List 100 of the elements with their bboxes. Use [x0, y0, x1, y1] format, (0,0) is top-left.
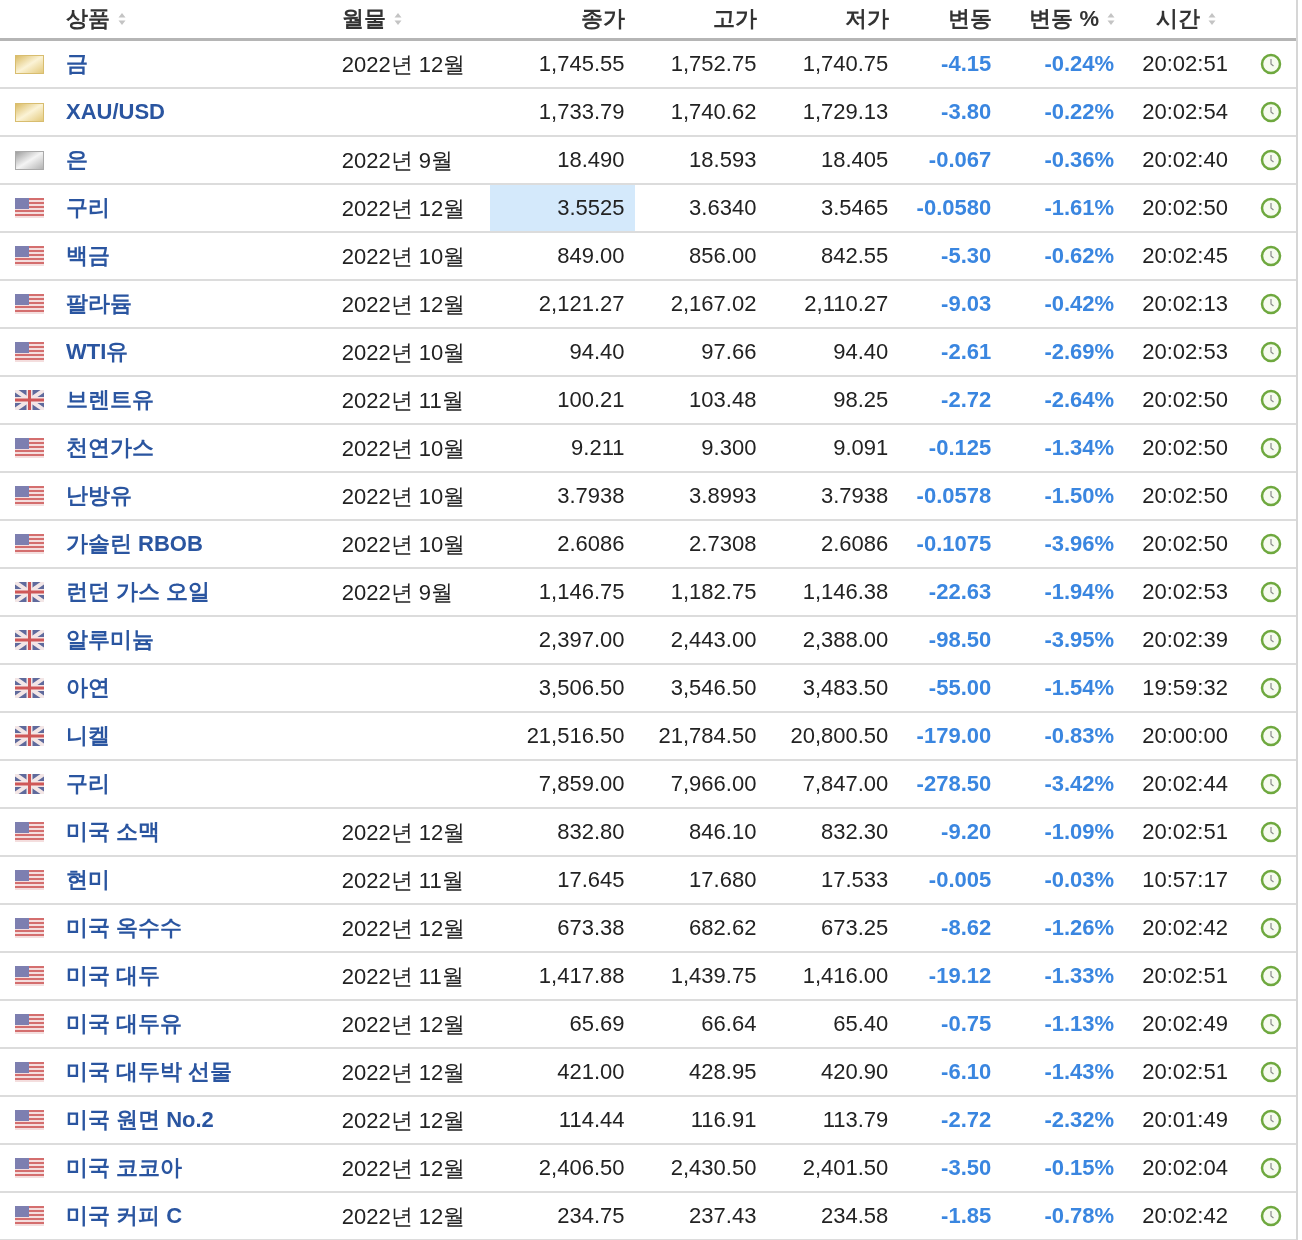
contract-month: 2022년 10월 — [341, 483, 466, 511]
us-flag-icon — [15, 870, 44, 890]
price-value: 682.62 — [689, 915, 757, 941]
sort-icon[interactable] — [1107, 12, 1115, 26]
change-value: -278.50 — [916, 771, 992, 797]
column-header[interactable]: 월물 — [342, 4, 386, 34]
commodity-link[interactable]: 미국 옥수수 — [65, 913, 183, 943]
time-value: 20:02:50 — [1142, 531, 1228, 557]
price-value: 234.75 — [557, 1203, 625, 1229]
commodity-link[interactable]: 백금 — [65, 241, 110, 271]
contract-month: 2022년 12월 — [341, 1203, 466, 1231]
price-value: 66.64 — [701, 1011, 757, 1037]
clock-icon — [1260, 725, 1282, 747]
change-value: -3.50 — [941, 1155, 992, 1181]
change-percent: -0.36% — [1044, 147, 1115, 173]
commodity-link[interactable]: 가솔린 RBOB — [65, 529, 203, 559]
commodity-link[interactable]: 미국 원면 No.2 — [65, 1105, 214, 1135]
commodity-link[interactable]: 아연 — [65, 673, 110, 703]
change-value: -8.62 — [941, 915, 992, 941]
price-value: 21,516.50 — [526, 723, 625, 749]
ingot-icon — [15, 54, 44, 74]
commodity-link[interactable]: 알루미늄 — [65, 625, 154, 655]
price-value: 94.40 — [833, 339, 889, 365]
time-value: 10:57:17 — [1142, 867, 1228, 893]
change-percent: -1.13% — [1044, 1011, 1115, 1037]
commodity-link[interactable]: 난방유 — [65, 481, 132, 511]
commodity-link[interactable]: 브렌트유 — [65, 385, 154, 415]
ingot-icon — [15, 150, 44, 170]
time-value: 20:02:13 — [1142, 291, 1228, 317]
clock-icon — [1260, 485, 1282, 507]
clock-icon — [1260, 437, 1282, 459]
price-value: 1,182.75 — [670, 579, 757, 605]
clock-icon — [1260, 917, 1282, 939]
uk-flag-icon — [15, 774, 44, 794]
price-value: 2.6086 — [557, 531, 625, 557]
time-value: 20:02:49 — [1142, 1011, 1228, 1037]
commodity-link[interactable]: 천연가스 — [65, 433, 154, 463]
change-value: -0.0578 — [916, 483, 992, 509]
price-value: 116.91 — [690, 1107, 757, 1133]
change-value: -4.15 — [941, 51, 992, 77]
sort-icon[interactable] — [1208, 12, 1216, 26]
time-value: 20:02:51 — [1142, 819, 1228, 845]
price-value: 3,506.50 — [538, 675, 625, 701]
change-percent: -0.42% — [1044, 291, 1115, 317]
change-percent: -1.54% — [1044, 675, 1115, 701]
contract-month: 2022년 10월 — [341, 243, 466, 271]
change-percent: -0.83% — [1044, 723, 1115, 749]
column-header[interactable]: 상품 — [66, 4, 110, 34]
change-value: -2.72 — [941, 1107, 992, 1133]
commodity-link[interactable]: XAU/USD — [65, 99, 165, 125]
column-header[interactable]: 시간 — [1156, 4, 1200, 34]
price-value: 2,397.00 — [538, 627, 625, 653]
price-value: 832.30 — [821, 819, 889, 845]
change-value: -0.75 — [941, 1011, 992, 1037]
sort-icon[interactable] — [118, 12, 126, 26]
us-flag-icon — [15, 1158, 44, 1178]
commodity-link[interactable]: 금 — [65, 49, 88, 79]
time-value: 20:02:50 — [1142, 195, 1228, 221]
commodity-link[interactable]: 구리 — [65, 769, 110, 799]
commodity-link[interactable]: 팔라듐 — [65, 289, 132, 319]
commodity-link[interactable]: 미국 대두박 선물 — [65, 1057, 233, 1087]
price-value: 113.79 — [822, 1107, 889, 1133]
price-value: 21,784.50 — [658, 723, 757, 749]
clock-icon — [1260, 869, 1282, 891]
clock-icon — [1260, 1061, 1282, 1083]
clock-icon — [1260, 965, 1282, 987]
price-value: 2,401.50 — [802, 1155, 889, 1181]
sort-icon[interactable] — [394, 12, 402, 26]
change-percent: -1.61% — [1044, 195, 1115, 221]
price-value: 3.6340 — [689, 195, 757, 221]
commodity-link[interactable]: 런던 가스 오일 — [65, 577, 211, 607]
contract-month: 2022년 12월 — [341, 195, 466, 223]
commodity-link[interactable]: WTI유 — [65, 337, 129, 367]
time-value: 20:02:39 — [1142, 627, 1228, 653]
contract-month: 2022년 10월 — [341, 339, 466, 367]
commodity-link[interactable]: 현미 — [65, 865, 110, 895]
contract-month: 2022년 12월 — [341, 1059, 466, 1087]
commodity-link[interactable]: 미국 대두 — [65, 961, 161, 991]
commodity-link[interactable]: 미국 소맥 — [65, 817, 161, 847]
uk-flag-icon — [15, 630, 44, 650]
commodity-link[interactable]: 구리 — [65, 193, 110, 223]
column-header[interactable]: 변동 % — [1029, 4, 1099, 34]
change-value: -179.00 — [916, 723, 992, 749]
clock-icon — [1260, 293, 1282, 315]
price-value: 2,406.50 — [538, 1155, 625, 1181]
commodity-link[interactable]: 미국 커피 C — [65, 1201, 183, 1231]
price-value: 7,847.00 — [802, 771, 889, 797]
commodity-link[interactable]: 미국 코코아 — [65, 1153, 183, 1183]
commodity-link[interactable]: 은 — [65, 145, 88, 175]
commodity-link[interactable]: 니켈 — [65, 721, 110, 751]
change-value: -0.125 — [928, 435, 992, 461]
contract-month: 2022년 12월 — [341, 291, 466, 319]
price-value: 846.10 — [689, 819, 757, 845]
change-value: -1.85 — [941, 1203, 992, 1229]
change-value: -0.067 — [928, 147, 992, 173]
commodity-link[interactable]: 미국 대두유 — [65, 1009, 183, 1039]
us-flag-icon — [15, 822, 44, 842]
change-value: -2.72 — [941, 387, 992, 413]
price-value: 1,745.55 — [538, 51, 625, 77]
contract-month: 2022년 11월 — [341, 963, 464, 991]
